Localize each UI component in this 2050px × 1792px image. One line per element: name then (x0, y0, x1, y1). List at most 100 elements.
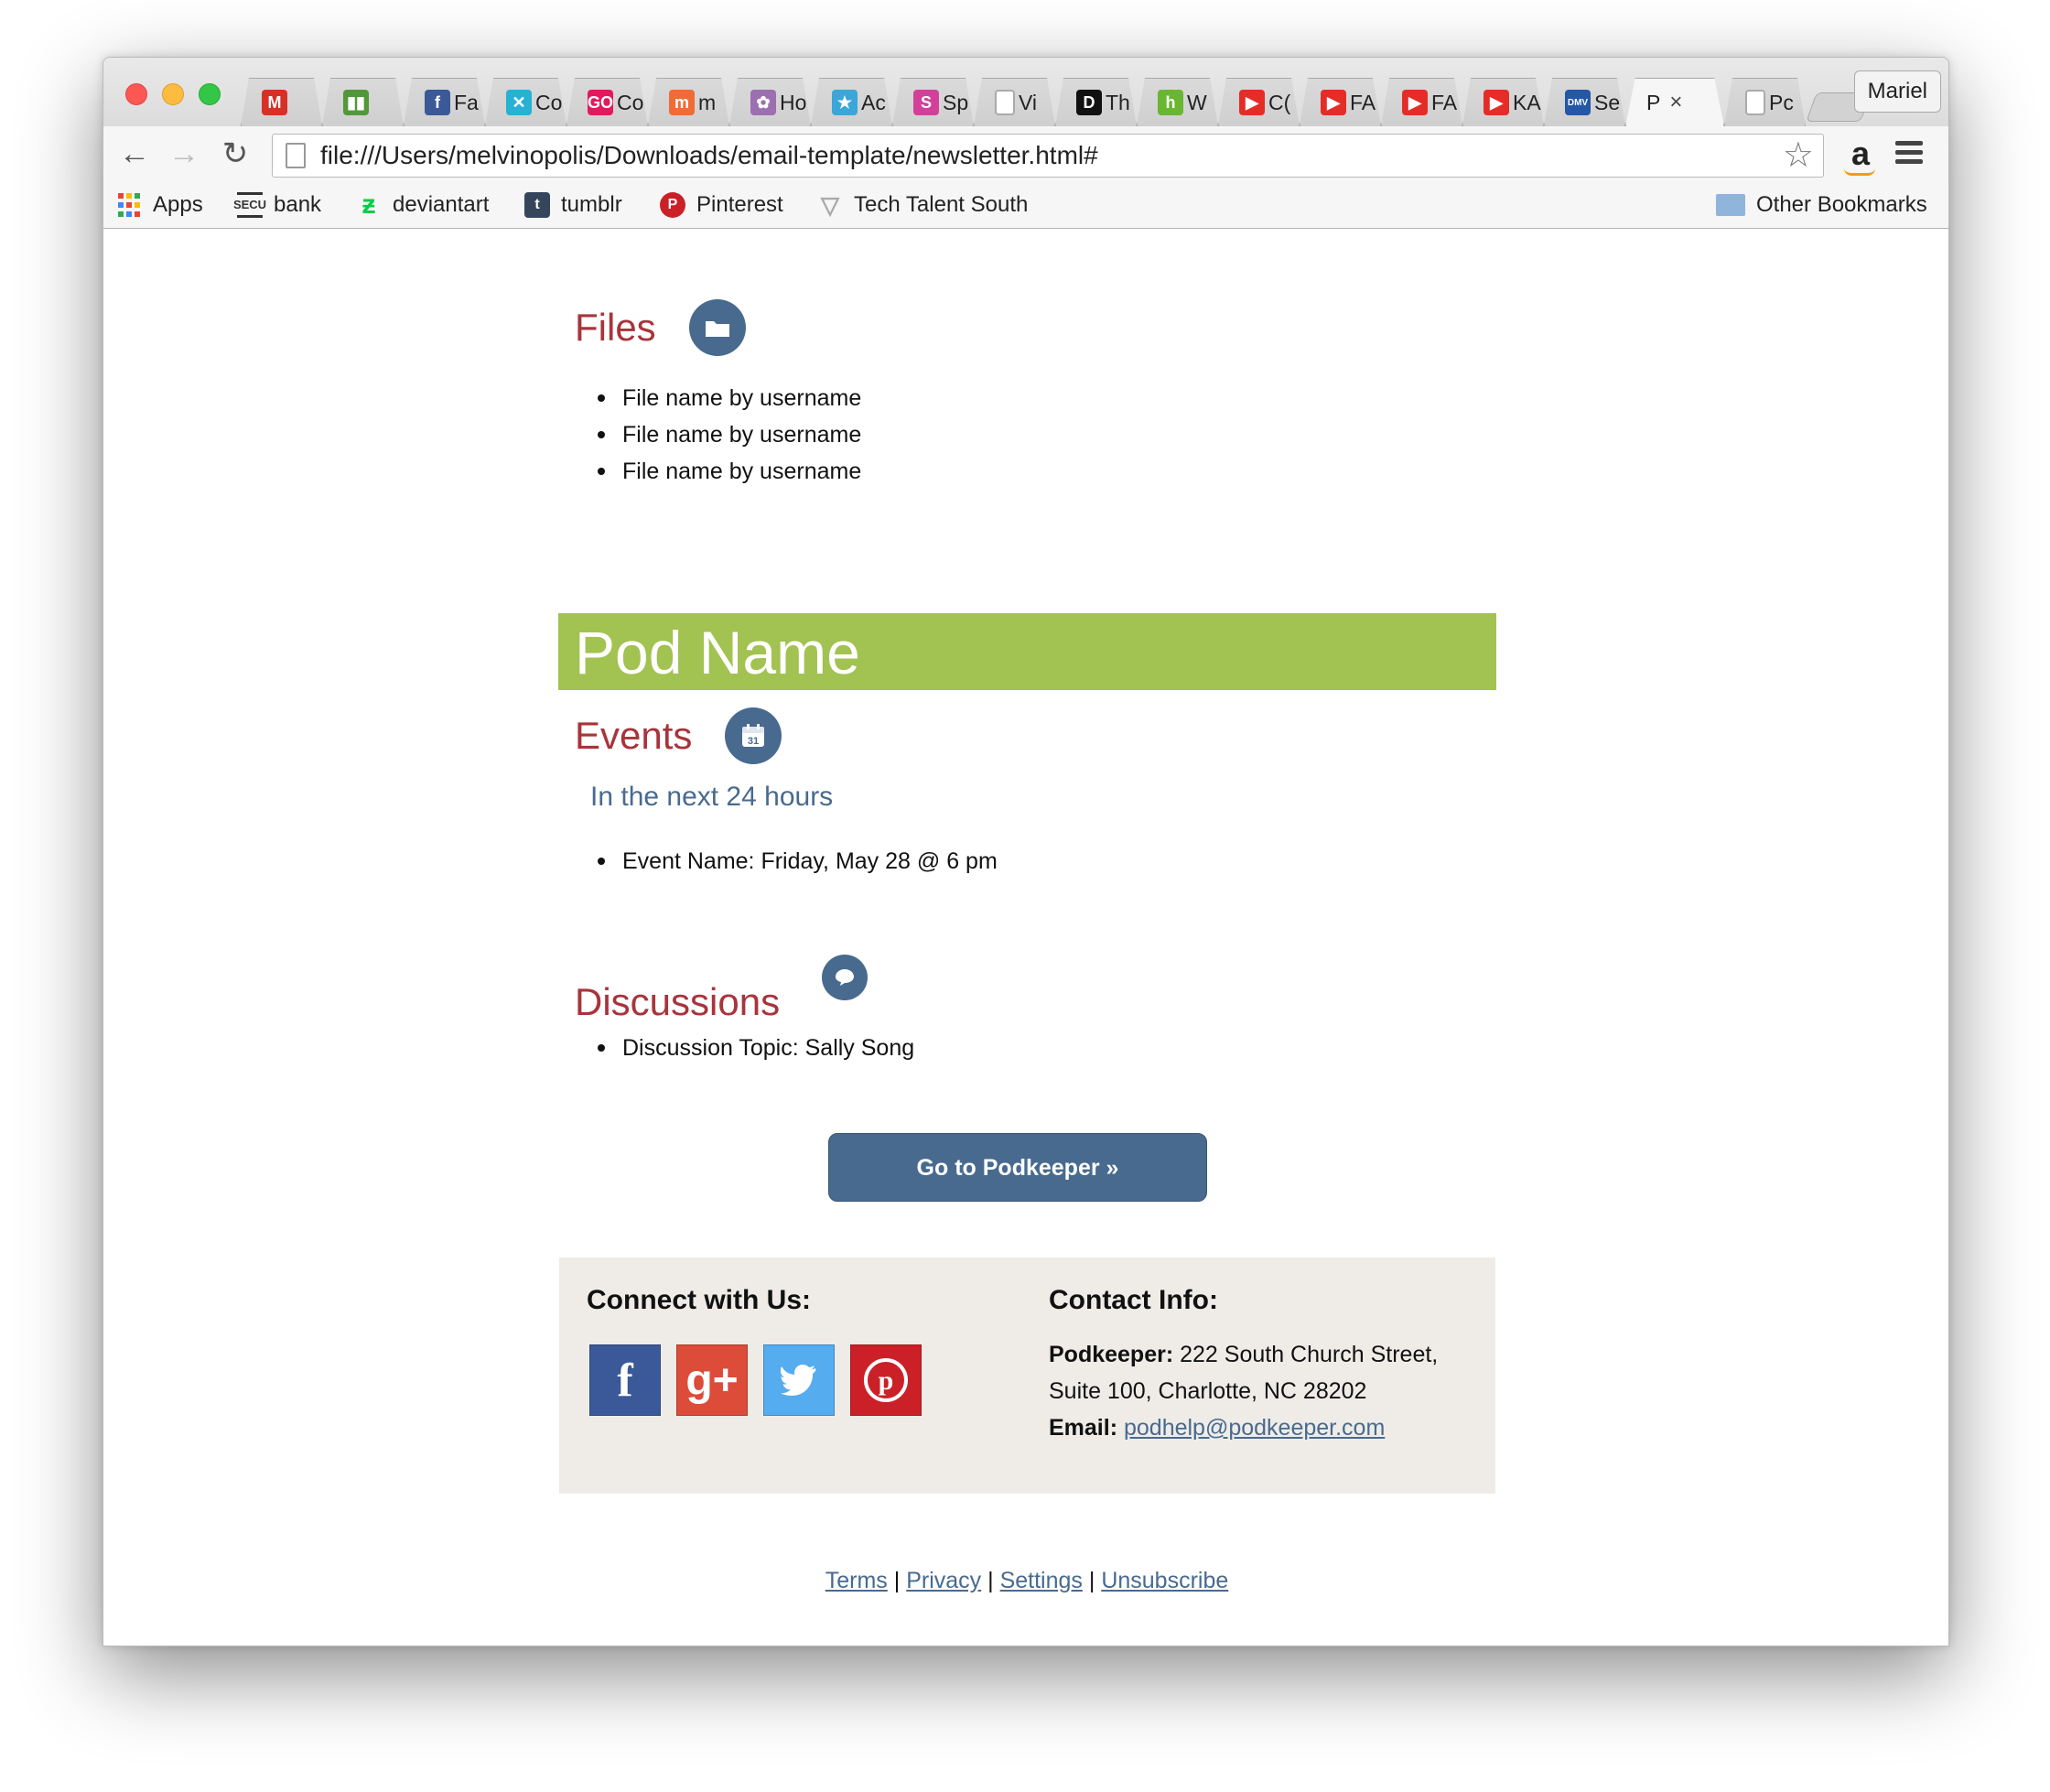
tab-label: Co (617, 90, 644, 114)
discussion-list-item[interactable]: Discussion Topic: Sally Song (598, 1030, 914, 1066)
bookmark-tumblr[interactable]: t tumblr (524, 181, 622, 229)
tumblr-icon: t (524, 192, 550, 218)
browser-tab[interactable]: f Fa (404, 78, 485, 126)
window-close-button[interactable] (125, 83, 147, 105)
menu-icon[interactable] (1895, 141, 1923, 168)
tab-close-icon[interactable]: × (1669, 90, 1682, 115)
tab-label: Ac (861, 90, 886, 114)
file-list-item[interactable]: File name by username (598, 380, 861, 416)
pod-name-banner: Pod Name (558, 613, 1496, 690)
file-list-item[interactable]: File name by username (598, 416, 861, 453)
browser-tab[interactable]: ✿ Ho (729, 78, 811, 126)
files-title: Files (575, 306, 656, 349)
window-maximize-button[interactable] (199, 83, 221, 105)
browser-tab[interactable]: ✕ Co (485, 78, 566, 126)
bookmark-other-bookmarks[interactable]: Other Bookmarks (1716, 181, 1927, 229)
company-label: Podkeeper: (1049, 1342, 1174, 1367)
browser-tab[interactable]: Pc (1724, 78, 1806, 126)
codeacademy-icon: ✕ (506, 90, 532, 115)
browser-tab[interactable]: DMV Se (1544, 78, 1625, 126)
folder-icon (1716, 194, 1745, 216)
page-content: Files File name by username File name by… (103, 230, 1948, 1646)
bookmarks-bar: Apps SECU bank ƶ deviantart t tumblr P P… (103, 181, 1948, 229)
bookmark-tech-talent-south[interactable]: ▽ Tech Talent South (817, 181, 1028, 229)
bookmark-bank[interactable]: SECU bank (233, 181, 322, 229)
browser-tab[interactable]: ★ Ac (811, 78, 892, 126)
bookmark-label: Pinterest (696, 192, 783, 217)
tab-label: P (1646, 90, 1661, 114)
bookmark-label: Other Bookmarks (1756, 192, 1927, 217)
page-icon (1745, 90, 1765, 115)
profile-button[interactable]: Mariel (1853, 70, 1941, 113)
browser-tab[interactable]: ▶ FA (1381, 78, 1462, 126)
unsubscribe-link[interactable]: Unsubscribe (1101, 1568, 1228, 1593)
secu-icon: SECU (233, 192, 266, 218)
v-icon: ▽ (821, 191, 839, 219)
file-list-item[interactable]: File name by username (598, 453, 861, 490)
legal-separator: | (1088, 1568, 1095, 1593)
youtube-icon: ▶ (1239, 90, 1265, 115)
browser-tab[interactable]: mm (648, 78, 729, 126)
svg-text:p: p (879, 1366, 894, 1396)
trello-icon: ▮▮ (343, 90, 369, 115)
bookmark-star-icon[interactable]: ☆ (1783, 136, 1814, 175)
window-minimize-button[interactable] (162, 83, 184, 105)
folder-icon (688, 299, 746, 356)
email-link[interactable]: podhelp@podkeeper.com (1124, 1415, 1385, 1441)
deviantart-icon: ƶ (361, 189, 376, 220)
facebook-icon: f (425, 90, 450, 115)
svg-text:31: 31 (748, 736, 759, 747)
browser-tab[interactable]: S Sp (892, 78, 974, 126)
contact-title: Contact Info: (1049, 1285, 1218, 1315)
settings-link[interactable]: Settings (1000, 1568, 1083, 1593)
events-list: Event Name: Friday, May 28 @ 6 pm (598, 843, 998, 880)
bookmark-deviantart[interactable]: ƶ deviantart (356, 181, 490, 229)
forward-arrow-icon[interactable]: → (166, 135, 202, 172)
browser-tab[interactable]: D Th (1055, 78, 1137, 126)
browser-tab[interactable]: ▶ KA (1462, 78, 1544, 126)
bookmark-pinterest[interactable]: P Pinterest (660, 181, 783, 229)
bookmark-label: bank (274, 192, 322, 217)
files-list: File name by username File name by usern… (598, 380, 861, 490)
browser-tab[interactable]: P × (1625, 78, 1724, 126)
browser-tab[interactable]: hW (1137, 78, 1218, 126)
apps-grid-icon (116, 192, 142, 218)
address-url[interactable]: file:///Users/melvinopolis/Downloads/ema… (320, 135, 1098, 177)
bookmark-label: tumblr (561, 192, 622, 217)
browser-tab[interactable]: ▮▮ (322, 78, 404, 126)
files-section-header: Files (575, 299, 746, 356)
terms-link[interactable]: Terms (825, 1568, 888, 1593)
browser-tab[interactable]: M (241, 78, 322, 126)
browser-tab[interactable]: ▶ FA (1300, 78, 1381, 126)
browser-tab[interactable]: Vi (974, 78, 1055, 126)
youtube-icon: ▶ (1484, 90, 1509, 115)
legal-separator: | (893, 1568, 901, 1593)
legal-links: Terms | Privacy | Settings | Unsubscribe (103, 1568, 1948, 1594)
meetup-icon: m (669, 90, 695, 115)
browser-tab[interactable]: ▶ C( (1218, 78, 1300, 126)
tab-label: Vi (1019, 90, 1038, 114)
discussions-title: Discussions (575, 980, 781, 1023)
google-plus-icon[interactable]: g+ (676, 1344, 748, 1416)
tab-label: Ho (780, 90, 807, 114)
go-to-podkeeper-button[interactable]: Go to Podkeeper » (828, 1133, 1207, 1202)
back-arrow-icon[interactable]: ← (116, 135, 153, 172)
twitter-icon[interactable] (763, 1344, 835, 1416)
browser-tab[interactable]: GO Co (566, 78, 648, 126)
tab-label: m (698, 90, 717, 114)
tab-label: FA (1431, 90, 1458, 114)
tab-label: Fa (454, 90, 479, 114)
bookmark-apps[interactable]: Apps (116, 181, 203, 229)
pinterest-icon[interactable]: p (850, 1344, 922, 1416)
reload-icon[interactable]: ↻ (217, 135, 254, 172)
event-list-item[interactable]: Event Name: Friday, May 28 @ 6 pm (598, 843, 998, 880)
pod-name: Pod Name (575, 619, 860, 686)
facebook-icon[interactable]: f (589, 1344, 661, 1416)
address-bar[interactable]: file:///Users/melvinopolis/Downloads/ema… (272, 134, 1824, 178)
youtube-icon: ▶ (1402, 90, 1428, 115)
houzz-icon: h (1158, 90, 1183, 115)
privacy-link[interactable]: Privacy (906, 1568, 981, 1593)
browser-toolbar: ← → ↻ file:///Users/melvinopolis/Downloa… (103, 126, 1948, 181)
bookmark-label: Apps (153, 192, 203, 217)
events-section-header: Events 31 (575, 707, 782, 764)
